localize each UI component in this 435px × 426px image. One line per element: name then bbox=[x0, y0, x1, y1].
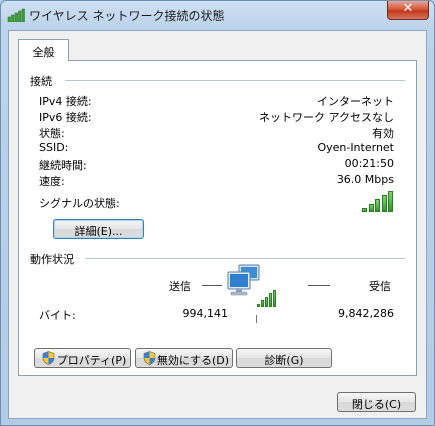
bytes-sent-value: 994,141 bbox=[182, 307, 229, 320]
duration-label: 継続時間: bbox=[39, 159, 87, 172]
close-button-label: 閉じる(C) bbox=[351, 398, 402, 411]
signal-bar bbox=[261, 300, 264, 307]
tab-general-label: 全般 bbox=[32, 46, 55, 59]
ssid-value: Oyen-Internet bbox=[317, 141, 394, 154]
dialog-client: 全般 接続 IPv4 接続: インターネット IPv6 接続: ネットワーク ア… bbox=[8, 30, 427, 419]
sent-line bbox=[202, 285, 222, 286]
activity-tick bbox=[256, 315, 257, 323]
details-button[interactable]: 詳細(E)... bbox=[53, 219, 144, 239]
bytes-received-value: 9,842,286 bbox=[338, 307, 394, 320]
disable-button[interactable]: 無効にする(D) bbox=[135, 348, 233, 368]
sent-label: 送信 bbox=[169, 280, 191, 293]
activity-signal-icon bbox=[257, 290, 277, 307]
wireless-signal-icon bbox=[7, 8, 25, 22]
ipv6-label: IPv6 接続: bbox=[39, 111, 92, 124]
status-value: 有効 bbox=[372, 127, 394, 140]
connection-section-title: 接続 bbox=[30, 75, 52, 88]
activity-section-title: 動作状況 bbox=[30, 253, 74, 266]
window-close-button[interactable]: ✕ bbox=[387, 1, 429, 20]
signal-bar bbox=[375, 199, 380, 212]
properties-button-label: プロパティ(P) bbox=[56, 354, 127, 367]
signal-bar bbox=[273, 290, 276, 307]
connection-divider bbox=[65, 80, 405, 81]
general-tab-panel: 接続 IPv4 接続: インターネット IPv6 接続: ネットワーク アクセス… bbox=[18, 60, 417, 376]
diagnose-button[interactable]: 診断(G) bbox=[236, 348, 332, 368]
ssid-label: SSID: bbox=[39, 141, 69, 154]
status-label: 状態: bbox=[39, 127, 65, 140]
tab-general[interactable]: 全般 bbox=[18, 39, 69, 61]
speed-value: 36.0 Mbps bbox=[336, 173, 394, 186]
signal-bar bbox=[381, 195, 387, 212]
speed-label: 速度: bbox=[39, 175, 65, 188]
signal-quality-label: シグナルの状態: bbox=[39, 197, 120, 210]
signal-bar bbox=[269, 293, 272, 307]
status-window: ワイヤレス ネットワーク接続の状態 ✕ 全般 接続 IPv4 接続: インターネ… bbox=[0, 0, 435, 426]
bytes-label: バイト: bbox=[39, 309, 76, 322]
disable-button-label: 無効にする(D) bbox=[156, 354, 230, 367]
received-line bbox=[308, 285, 330, 286]
signal-strength-icon bbox=[362, 191, 394, 212]
title-bar[interactable]: ワイヤレス ネットワーク接続の状態 ✕ bbox=[1, 1, 434, 29]
duration-value: 00:21:50 bbox=[344, 157, 394, 170]
received-label: 受信 bbox=[369, 280, 391, 293]
window-title: ワイヤレス ネットワーク接続の状態 bbox=[29, 9, 225, 23]
close-button[interactable]: 閉じる(C) bbox=[337, 392, 416, 412]
properties-button[interactable]: プロパティ(P) bbox=[34, 348, 131, 368]
signal-bar bbox=[368, 204, 374, 212]
close-icon: ✕ bbox=[402, 1, 414, 16]
details-button-label: 詳細(E)... bbox=[74, 225, 123, 238]
ipv4-label: IPv4 接続: bbox=[39, 95, 92, 108]
signal-bar bbox=[265, 297, 268, 307]
signal-bar bbox=[388, 191, 393, 212]
diagnose-button-label: 診断(G) bbox=[264, 354, 304, 367]
ipv6-value: ネットワーク アクセスなし bbox=[259, 111, 394, 124]
ipv4-value: インターネット bbox=[317, 95, 394, 108]
activity-divider bbox=[85, 258, 405, 259]
signal-bar bbox=[362, 208, 367, 212]
signal-bar bbox=[257, 304, 260, 307]
